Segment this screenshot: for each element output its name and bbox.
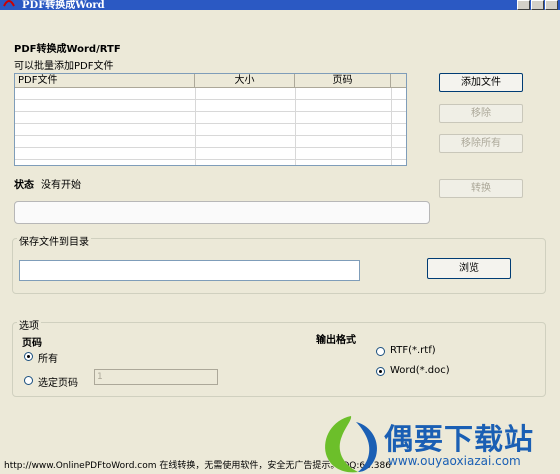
table-row [15, 124, 406, 136]
table-row [15, 136, 406, 148]
column-header-pages[interactable]: 页码 [295, 74, 391, 88]
remove-all-button[interactable]: 移除所有 [439, 134, 523, 153]
output-format-label: 输出格式 [316, 335, 356, 346]
page-subtitle: 可以批量添加PDF文件 [14, 61, 114, 72]
pdf-app-icon [3, 0, 15, 7]
table-row [15, 88, 406, 100]
column-divider [195, 88, 196, 165]
convert-button[interactable]: 转换 [439, 179, 523, 198]
save-directory-input[interactable] [19, 260, 360, 281]
pages-all-label[interactable]: 所有 [38, 350, 58, 365]
status-value: 没有开始 [41, 180, 81, 191]
column-header-filler [391, 74, 406, 88]
column-divider [391, 88, 392, 165]
column-header-size[interactable]: 大小 [195, 74, 295, 88]
column-header-pdf-file[interactable]: PDF文件 [15, 74, 195, 88]
watermark-url: www.ouyaoxiazai.com [388, 454, 521, 468]
status-label: 状态 [14, 180, 34, 191]
format-doc-label[interactable]: Word(*.doc) [390, 365, 450, 376]
minimize-button[interactable] [517, 0, 530, 10]
page-title: PDF转换成Word/RTF [14, 44, 121, 55]
watermark-brand: 偶要下载站 [384, 422, 535, 456]
close-button[interactable] [545, 0, 558, 10]
table-row [15, 148, 406, 160]
column-divider [295, 88, 296, 165]
title-bar: PDF转换成Word [0, 0, 560, 10]
format-rtf-radio[interactable] [376, 347, 385, 356]
browse-button[interactable]: 浏览 [427, 258, 511, 279]
pages-selected-label[interactable]: 选定页码 [38, 374, 78, 389]
maximize-button[interactable] [531, 0, 544, 10]
site-watermark: 偶要下载站 www.ouyaoxiazai.com [318, 412, 560, 474]
pages-label: 页码 [22, 338, 42, 349]
table-row [15, 112, 406, 124]
conversion-progress-bar [14, 201, 430, 224]
options-group [12, 322, 546, 397]
pages-all-radio[interactable] [24, 352, 33, 361]
add-file-button[interactable]: 添加文件 [439, 73, 523, 92]
table-row [15, 100, 406, 112]
watermark-logo-icon [325, 416, 378, 473]
options-legend: 选项 [17, 317, 41, 332]
selected-pages-input[interactable] [94, 369, 218, 385]
format-rtf-label[interactable]: RTF(*.rtf) [390, 345, 436, 356]
remove-button[interactable]: 移除 [439, 104, 523, 123]
format-doc-radio[interactable] [376, 367, 385, 376]
save-directory-legend: 保存文件到目录 [17, 233, 91, 248]
window-title: PDF转换成Word [22, 0, 105, 10]
pdf-file-list[interactable]: PDF文件 大小 页码 [14, 73, 407, 166]
pages-selected-radio[interactable] [24, 376, 33, 385]
